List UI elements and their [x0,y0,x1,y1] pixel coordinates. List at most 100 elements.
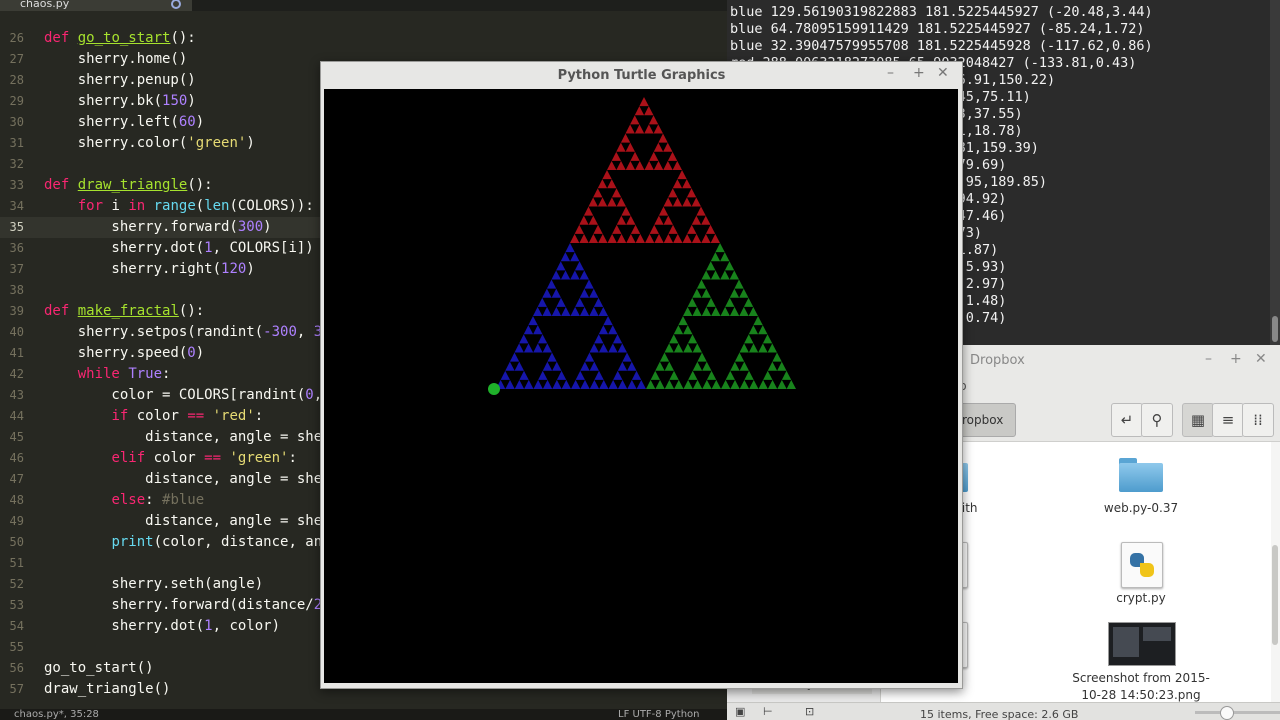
fractal-cell [537,297,547,307]
code-text: def make_fractal(): [44,303,205,319]
line-number: 32 [9,157,24,171]
fractal-cell [683,379,693,389]
fractal-cell [542,379,553,389]
fractal-cell [758,343,768,353]
fractal-cell [649,151,659,161]
fractal-cell [668,188,678,198]
fractal-cell [730,361,740,371]
fractal-cell [519,370,529,380]
code-text: sherry.right(120) [44,261,255,277]
minimize-icon[interactable]: – [887,65,894,81]
fractal-cell [505,379,515,389]
fractal-cell [744,334,754,344]
minimize-icon[interactable]: – [1205,351,1212,367]
tree-toggle-icon[interactable]: ⊢ [763,705,773,718]
fractal-cell [597,197,608,207]
line-number: 42 [9,367,24,381]
fractal-cell [687,224,697,234]
fractal-cell [621,206,631,216]
fractal-cell [687,297,697,307]
terminal-scrollbar[interactable] [1270,0,1280,345]
fractal-cell [607,233,617,243]
line-number: 43 [9,388,24,402]
line-number: 37 [9,262,24,276]
fractal-cell [739,379,750,389]
fractal-blue-region [496,243,646,389]
fractal-cell [687,334,698,344]
compact-view-icon[interactable]: ⁞⁞ [1242,403,1274,437]
code-text: sherry.setpos(randint(-300, 300 [44,324,339,340]
fractal-cell [608,325,618,335]
tab-chaos-py[interactable]: chaos.py [0,0,192,11]
fractal-cell [720,270,730,280]
code-text: if color == 'red': [111,408,264,424]
fractal-cell [739,343,749,353]
fractal-cell [579,215,589,225]
fractal-cell [616,160,626,170]
fractal-cell [612,224,622,234]
fractal-cell [674,379,684,389]
unsaved-dot-icon[interactable] [171,0,181,9]
fractal-cell [575,370,585,380]
fractal-cell [580,361,590,371]
editor-status-bar: chaos.py*, 35:28 LF UTF-8 Python [0,709,727,720]
scrollbar-thumb[interactable] [1272,316,1278,342]
fractal-cell [691,215,702,225]
sidebar-toggle-icon[interactable]: ▣ [735,705,745,718]
fractal-cell [673,233,683,243]
turtle-canvas[interactable] [324,89,958,683]
code-text: sherry.penup() [44,72,196,88]
fractal-cell [663,142,673,152]
maximize-icon[interactable]: + [913,65,925,81]
fractal-cell [514,379,525,389]
fractal-cell [574,224,584,234]
fm-scrollbar[interactable] [1272,545,1278,645]
file-item-label: crypt.py [1116,591,1166,605]
fractal-cell [625,124,635,134]
fractal-cell [588,197,598,207]
image-thumbnail-icon [1108,622,1176,666]
code-text: while True: [77,366,171,382]
fractal-cell [667,151,678,161]
fractal-cell [702,361,712,371]
fractal-cell [607,197,617,207]
line-number: 45 [9,430,24,444]
terminal-toggle-icon[interactable]: ⊡ [805,705,814,718]
fractal-cell [588,233,599,243]
code-line[interactable]: 26 def go_to_start(): [0,28,727,49]
zoom-slider[interactable] [1195,706,1280,720]
fractal-cell [608,379,618,389]
fractal-cell [551,306,562,316]
search-icon[interactable]: ⚲ [1141,403,1173,437]
fractal-cell [622,352,632,362]
maximize-icon[interactable]: + [1230,351,1242,367]
line-number: 34 [9,199,24,213]
fm-status-text: 15 items, Free space: 2.6 GB [920,708,1079,720]
fractal-cell [664,343,674,353]
breadcrumb-dropbox[interactable]: ropbox [959,403,1016,437]
turtle-graphics-window[interactable]: Python Turtle Graphics – + ✕ [320,61,963,689]
fractal-cell [734,352,745,362]
icon-view-icon[interactable]: ▦ [1182,403,1214,437]
line-number: 44 [9,409,24,423]
fractal-cell [593,224,603,234]
fractal-cell [767,361,778,371]
breadcrumb-label: ropbox [962,413,1004,427]
fractal-cell [763,370,773,380]
fractal-cell [608,343,618,353]
location-toggle-icon[interactable]: ↵ [1111,403,1143,437]
list-view-icon[interactable]: ≡ [1212,403,1244,437]
encoding-info: LF UTF-8 Python [618,709,700,720]
fractal-cell [762,334,773,344]
fractal-cell [711,379,721,389]
zoom-slider-knob[interactable] [1220,706,1234,720]
fractal-cell [602,170,612,180]
fractal-cell [758,325,768,335]
close-icon[interactable]: ✕ [1255,351,1267,367]
code-text: def go_to_start(): [44,30,196,46]
close-icon[interactable]: ✕ [937,65,949,81]
fractal-cell [692,361,703,371]
fractal-cell [571,379,581,389]
turtle-titlebar[interactable]: Python Turtle Graphics – + ✕ [321,62,962,89]
line-number: 28 [9,73,24,87]
